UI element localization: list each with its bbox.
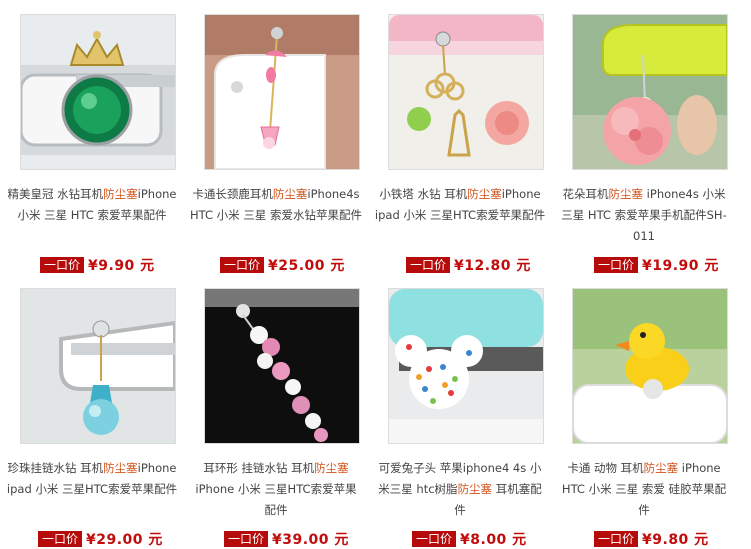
pearl-drop-plug-icon[interactable] (20, 288, 176, 444)
product-title[interactable]: 小铁塔 水钻 耳机防尘塞iPhone ipad 小米 三星HTC索爱苹果配件 (374, 184, 546, 226)
price-value: ¥9.80 元 (642, 531, 709, 548)
fixed-price-badge: 一口价 (40, 256, 85, 273)
pink-flower-plug-icon[interactable] (572, 14, 728, 170)
polka-dot-mouse-plug-icon[interactable] (388, 288, 544, 444)
fixed-price-badge: 一口价 (220, 256, 265, 273)
price-row: 一口价 ¥9.80 元 (594, 528, 709, 548)
price-value: ¥25.00 元 (268, 257, 345, 274)
eiffel-tower-plug-icon[interactable] (388, 14, 544, 170)
fixed-price-badge: 一口价 (406, 256, 451, 273)
product-title[interactable]: 花朵耳机防尘塞 iPhone4s 小米 三星 HTC 索爱苹果手机配件SH-01… (558, 184, 730, 247)
price-row: 一口价 ¥12.80 元 (406, 254, 531, 274)
fixed-price-badge: 一口价 (412, 530, 457, 547)
price-value: ¥19.90 元 (642, 257, 719, 274)
price-row: 一口价 ¥29.00 元 (38, 528, 163, 548)
crystal-flower-chain-plug-icon[interactable] (204, 288, 360, 444)
price-row: 一口价 ¥25.00 元 (220, 254, 345, 274)
giraffe-chain-plug-icon[interactable] (204, 14, 360, 170)
price-value: ¥29.00 元 (86, 531, 163, 548)
price-row: 一口价 ¥8.00 元 (412, 528, 527, 548)
price-row: 一口价 ¥9.90 元 (40, 254, 155, 274)
fixed-price-badge: 一口价 (224, 530, 269, 547)
product-title[interactable]: 卡通长颈鹿耳机防尘塞iPhone4s HTC 小米 三星 索爱水钻苹果配件 (190, 184, 362, 226)
price-row: 一口价 ¥39.00 元 (224, 528, 349, 548)
price-row: 一口价 ¥19.90 元 (594, 254, 719, 274)
yellow-duck-plug-icon[interactable] (572, 288, 728, 444)
product-title[interactable]: 卡通 动物 耳机防尘塞 iPhone HTC 小米 三星 索爱 硅胶苹果配件 (558, 458, 730, 521)
price-value: ¥8.00 元 (460, 531, 527, 548)
price-value: ¥12.80 元 (454, 257, 531, 274)
product-title[interactable]: 珍珠挂链水钻 耳机防尘塞iPhone ipad 小米 三星HTC索爱苹果配件 (6, 458, 178, 500)
price-value: ¥9.90 元 (88, 257, 155, 274)
crown-emerald-plug-icon[interactable] (20, 14, 176, 170)
product-grid: 精美皇冠 水钻耳机防尘塞iPhone 小米 三星 HTC 索爱苹果配件 一口价 ¥… (0, 0, 751, 549)
product-title[interactable]: 耳环形 挂链水钻 耳机防尘塞iPhone 小米 三星HTC索爱苹果配件 (190, 458, 362, 521)
product-title[interactable]: 精美皇冠 水钻耳机防尘塞iPhone 小米 三星 HTC 索爱苹果配件 (6, 184, 178, 226)
fixed-price-badge: 一口价 (594, 530, 639, 547)
fixed-price-badge: 一口价 (594, 256, 639, 273)
price-value: ¥39.00 元 (272, 531, 349, 548)
fixed-price-badge: 一口价 (38, 530, 83, 547)
product-title[interactable]: 可爱兔子头 苹果iphone4 4s 小米三星 htc树脂防尘塞 耳机塞配件 (374, 458, 546, 521)
